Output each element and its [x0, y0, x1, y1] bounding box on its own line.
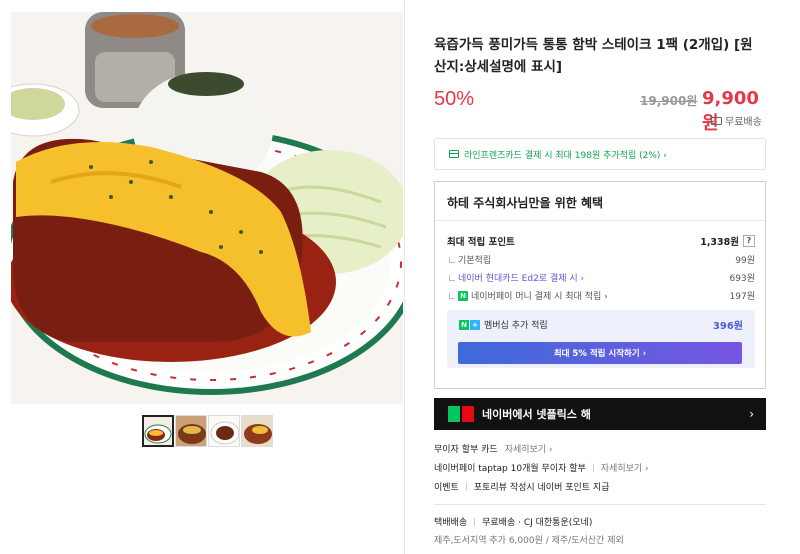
- npay-installment-more-link[interactable]: 자세히보기 ›: [601, 461, 649, 474]
- truck-icon: [711, 116, 722, 125]
- points-row-value: 197원: [729, 292, 755, 302]
- naverpay-icon: N: [458, 290, 468, 301]
- npay-installment-label: 네이버페이 taptap 10개월 무이자 할부: [434, 464, 586, 474]
- npay-installment-line: 네이버페이 taptap 10개월 무이자 할부 자세히보기 ›: [434, 461, 649, 474]
- credit-card-icon: [449, 150, 459, 158]
- section-divider: [434, 504, 766, 505]
- shipping-label: 무료배송: [725, 117, 762, 128]
- shipping-info: 무료배송: [711, 113, 762, 128]
- column-divider: [404, 0, 405, 554]
- points-row-hyundai-card[interactable]: 네이버 현대카드 Ed2로 결제 시 › 693원: [447, 271, 755, 284]
- delivery-extra-line: 제주,도서지역 추가 6,000원 / 제주/도서산간 제외: [434, 533, 624, 546]
- naver-netflix-logo-icon: [448, 406, 474, 422]
- netflix-banner-text: 네이버에서 넷플릭스 해: [482, 408, 591, 421]
- help-icon[interactable]: ?: [743, 235, 755, 247]
- thumbnail-1[interactable]: [142, 415, 174, 447]
- thumbnail-2[interactable]: [175, 415, 207, 447]
- separator: [592, 463, 594, 472]
- netflix-banner[interactable]: 네이버에서 넷플릭스 해 ›: [434, 398, 766, 430]
- membership-label-text: 멤버십 추가 적립: [484, 321, 548, 331]
- product-gallery: [0, 0, 404, 554]
- start-membership-button[interactable]: 최대 5% 적립 시작하기 ›: [458, 342, 742, 364]
- membership-box: N + 멤버십 추가 적립 396원 최대 5% 적립 시작하기 ›: [447, 310, 755, 368]
- event-line: 이벤트 포토리뷰 작성시 네이버 포인트 지급: [434, 480, 610, 493]
- points-row-label[interactable]: 네이버 현대카드 Ed2로 결제 시 ›: [458, 271, 584, 284]
- max-points-label: 최대 적립 포인트: [447, 237, 515, 248]
- product-main-image[interactable]: [11, 12, 403, 404]
- delivery-type: 택배배송: [434, 518, 468, 528]
- separator: [474, 517, 476, 526]
- thumbnail-strip: [142, 415, 273, 447]
- tree-branch-icon: [449, 292, 455, 299]
- points-row-basic: 기본적립 99원: [447, 253, 755, 266]
- card-benefit-banner[interactable]: 라인프렌즈카드 결제 시 최대 198원 추가적립 (2%) ›: [434, 138, 766, 170]
- card-installment-line: 무이자 할부 카드 자세히보기 ›: [434, 442, 553, 455]
- benefit-box: 하테 주식회사님만을 위한 혜택 최대 적립 포인트 1,338원 ? 기본적립…: [434, 181, 766, 389]
- points-row-label[interactable]: 네이버페이 머니 결제 시 최대 적립 ›: [471, 289, 608, 302]
- tree-branch-icon: [449, 274, 455, 281]
- event-label: 이벤트: [434, 483, 459, 493]
- thumbnail-3[interactable]: [208, 415, 240, 447]
- event-text[interactable]: 포토리뷰 작성시 네이버 포인트 지급: [474, 480, 610, 493]
- card-installment-label: 무이자 할부 카드: [434, 445, 498, 455]
- delivery-line: 택배배송 무료배송 · CJ 대한통운(오네): [434, 515, 592, 528]
- membership-label: N + 멤버십 추가 적립: [459, 318, 548, 331]
- points-row-npay-money[interactable]: N 네이버페이 머니 결제 시 최대 적립 › 197원: [447, 289, 755, 302]
- benefit-divider: [435, 220, 765, 221]
- points-row-value: 99원: [735, 256, 755, 266]
- tree-branch-icon: [449, 256, 455, 263]
- max-points-row: 최대 적립 포인트 1,338원 ?: [447, 234, 755, 248]
- discount-rate: 50%: [434, 88, 475, 110]
- separator: [465, 482, 467, 491]
- points-row-value: 693원: [729, 274, 755, 284]
- original-price: 19,900원: [640, 94, 698, 108]
- card-benefit-text: 라인프렌즈카드 결제 시 최대 198원 추가적립 (2%) ›: [464, 150, 667, 161]
- naver-plus-icon: N +: [459, 319, 480, 330]
- chevron-right-icon: ›: [749, 407, 754, 421]
- membership-points: 396원: [712, 321, 743, 332]
- delivery-extra: 제주,도서지역 추가 6,000원 / 제주/도서산간 제외: [434, 536, 624, 546]
- product-title: 육즙가득 풍미가득 통통 함박 스테이크 1팩 (2개입) [원산지:상세설명에…: [434, 37, 753, 75]
- benefit-title: 하테 주식회사님만을 위한 혜택: [447, 196, 604, 210]
- card-installment-more-link[interactable]: 자세히보기 ›: [505, 442, 553, 455]
- thumbnail-4[interactable]: [241, 415, 273, 447]
- max-points-value: 1,338원: [700, 237, 739, 248]
- points-row-label: 기본적립: [458, 256, 492, 266]
- delivery-info: 무료배송 · CJ 대한통운(오네): [482, 518, 593, 528]
